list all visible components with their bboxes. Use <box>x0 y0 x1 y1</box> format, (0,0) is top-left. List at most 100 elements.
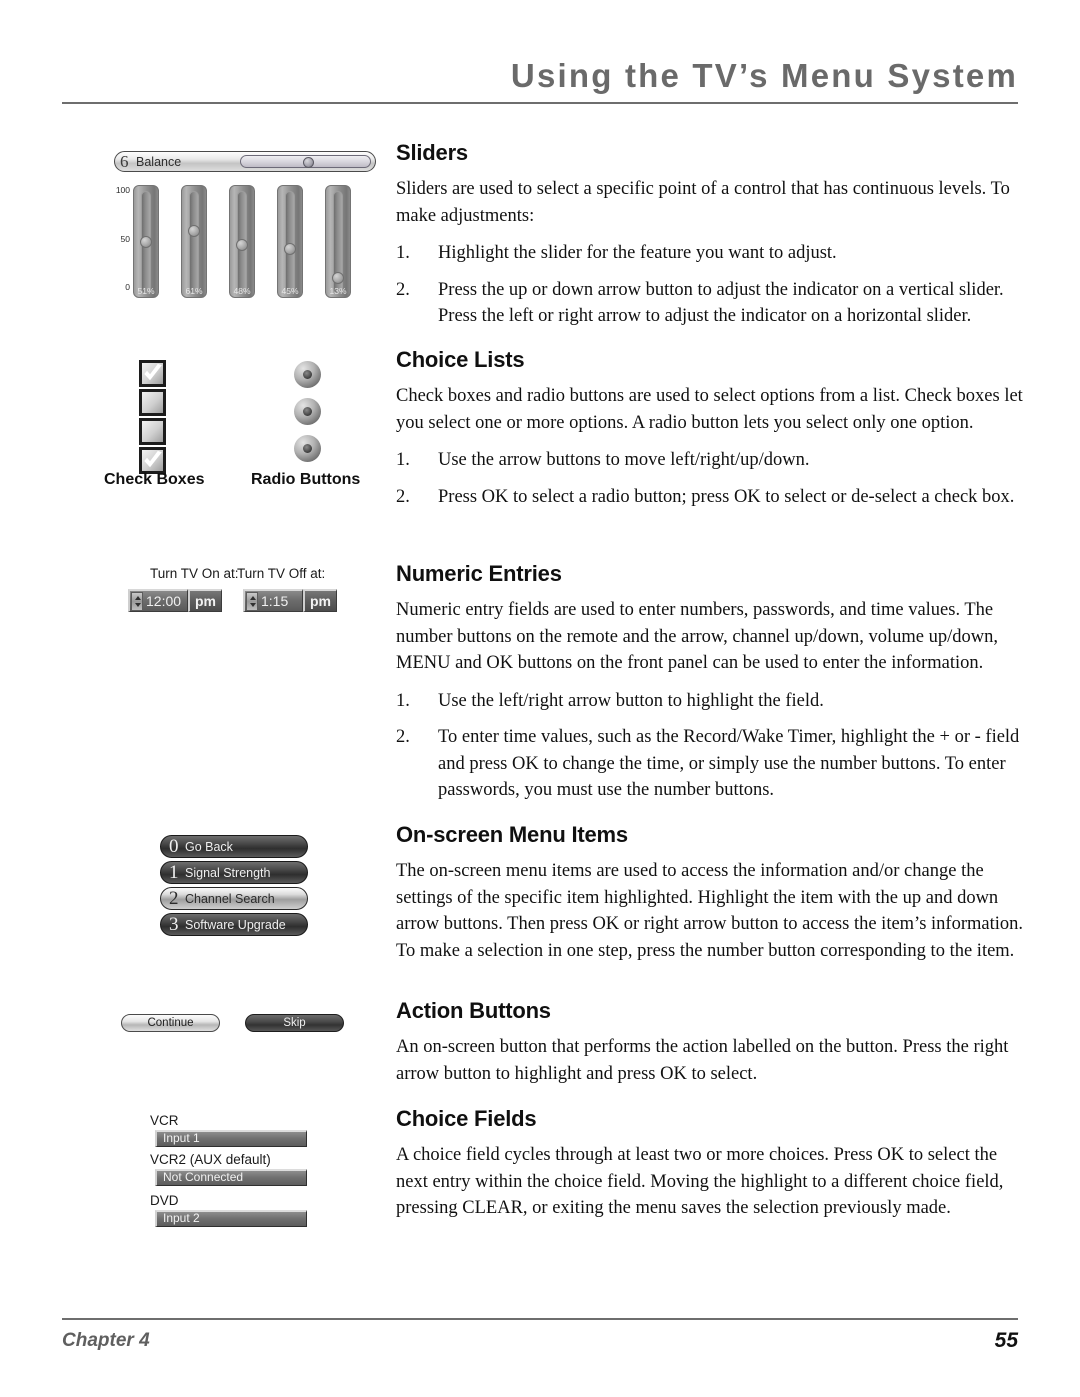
list-item-number: 2. <box>396 279 410 300</box>
balance-label: Balance <box>136 155 182 169</box>
list-item-number: 2. <box>396 727 410 747</box>
continue-button[interactable]: Continue <box>121 1014 220 1032</box>
page-title: Using the TV’s Menu System <box>510 57 1018 94</box>
check-box-unchecked[interactable] <box>139 389 166 416</box>
section-choice-lists: Choice Lists Check boxes and radio butto… <box>396 347 1024 520</box>
section-intro-action-buttons: An on-screen button that performs the ac… <box>396 1037 1009 1084</box>
slider-knob[interactable] <box>188 225 200 237</box>
list-item-text: Press the up or down arrow button to adj… <box>438 279 1004 327</box>
radio-buttons-caption: Radio Buttons <box>251 471 361 488</box>
section-intro-choice-fields: A choice field cycles through at least t… <box>396 1145 1004 1218</box>
list-item-text: Use the left/right arrow button to highl… <box>438 690 824 711</box>
turn-tv-on-time-value: 12:00 <box>146 593 182 609</box>
balance-slider-thumb[interactable] <box>303 157 314 168</box>
check-boxes-caption: Check Boxes <box>104 471 205 488</box>
choice-field-label-vcr: VCR <box>150 1113 179 1128</box>
section-steps-sliders: 1. Highlight the slider for the feature … <box>396 240 1024 330</box>
choice-field-label-vcr2: VCR2 (AUX default) <box>150 1152 271 1167</box>
checkmark-icon <box>144 363 162 381</box>
choice-field-value-vcr2[interactable]: Not Connected <box>155 1169 307 1186</box>
menu-item-channel-search[interactable]: 2 Channel Search <box>160 887 308 910</box>
slider-groove <box>189 191 199 294</box>
choice-field-value-vcr[interactable]: Input 1 <box>155 1130 307 1147</box>
menu-item-signal-strength[interactable]: 1 Signal Strength <box>160 861 308 884</box>
section-heading-choice-fields: Choice Fields <box>396 1106 537 1131</box>
list-item-text: To enter time values, such as the Record… <box>438 727 1020 800</box>
radio-dot-icon <box>303 370 312 379</box>
choice-field-value-dvd[interactable]: Input 2 <box>155 1210 307 1227</box>
balance-number: 6 <box>120 152 129 171</box>
section-choice-fields: Choice Fields A choice field cycles thro… <box>396 1106 1024 1233</box>
slider-percent: 51% <box>137 286 155 296</box>
radio-button[interactable] <box>294 435 321 462</box>
list-item: 1. Use the left/right arrow button to hi… <box>396 688 1024 715</box>
slider-percent: 48% <box>233 286 251 296</box>
section-steps-choice-lists: 1. Use the arrow buttons to move left/ri… <box>396 447 1024 510</box>
section-intro-numeric-entries: Numeric entry fields are used to enter n… <box>396 600 998 673</box>
list-item-number: 1. <box>396 243 410 263</box>
slider-percent: 45% <box>281 286 299 296</box>
check-box-checked[interactable] <box>139 360 166 387</box>
section-intro-sliders: Sliders are used to select a specific po… <box>396 179 1010 226</box>
page-number: 55 <box>994 1329 1018 1352</box>
radio-button[interactable] <box>294 398 321 425</box>
vertical-slider[interactable]: 45% <box>277 185 303 298</box>
turn-tv-on-time-field[interactable]: 12:00 <box>128 589 188 612</box>
slider-axis-labels: 100 50 0 <box>106 185 130 293</box>
section-heading-numeric-entries: Numeric Entries <box>396 561 562 586</box>
slider-knob[interactable] <box>332 272 344 284</box>
axis-tick-50: 50 <box>120 234 130 244</box>
radio-dot-icon <box>303 407 312 416</box>
manual-page: Using the TV’s Menu System 6 Balance 100… <box>0 0 1080 1397</box>
vertical-slider[interactable]: 13% <box>325 185 351 298</box>
balance-slider-row[interactable]: 6 Balance <box>114 151 376 172</box>
turn-tv-off-ampm-field[interactable]: pm <box>303 589 337 612</box>
section-on-screen-menu-items: On-screen Menu Items The on-screen menu … <box>396 822 1024 975</box>
menu-item-number: 3 <box>169 914 179 935</box>
axis-tick-100: 100 <box>115 185 130 195</box>
footer-rule <box>62 1318 1018 1320</box>
list-item-text: Press OK to select a radio button; press… <box>438 486 1015 507</box>
slider-knob[interactable] <box>236 239 248 251</box>
menu-item-software-upgrade[interactable]: 3 Software Upgrade <box>160 913 308 936</box>
time-spinner-icon[interactable] <box>131 592 143 611</box>
balance-slider-track[interactable] <box>240 155 371 168</box>
menu-item-go-back[interactable]: 0 Go Back <box>160 835 308 858</box>
menu-item-label: Go Back <box>185 840 233 854</box>
checkmark-icon <box>144 450 162 468</box>
section-steps-numeric-entries: 1. Use the left/right arrow button to hi… <box>396 688 1024 804</box>
radio-button[interactable] <box>294 361 321 388</box>
section-intro-choice-lists: Check boxes and radio buttons are used t… <box>396 386 1023 433</box>
list-item: 2. Press OK to select a radio button; pr… <box>396 484 1024 511</box>
skip-button[interactable]: Skip <box>245 1014 344 1032</box>
list-item-number: 2. <box>396 486 410 507</box>
vertical-slider[interactable]: 61% <box>181 185 207 298</box>
figure-column: 6 Balance 100 50 0 51% 61% 48% 45% 13% C… <box>0 0 396 1397</box>
check-box-checked[interactable] <box>139 447 166 474</box>
turn-tv-off-time-field[interactable]: 1:15 <box>243 589 303 612</box>
menu-item-number: 1 <box>169 862 179 883</box>
menu-item-label: Signal Strength <box>185 866 271 880</box>
axis-tick-0: 0 <box>125 282 130 292</box>
section-numeric-entries: Numeric Entries Numeric entry fields are… <box>396 561 1024 814</box>
list-item: 2. To enter time values, such as the Rec… <box>396 724 1024 804</box>
turn-tv-on-ampm-field[interactable]: pm <box>188 589 222 612</box>
radio-dot-icon <box>303 444 312 453</box>
list-item-text: Highlight the slider for the feature you… <box>438 243 837 263</box>
section-heading-on-screen-menu-items: On-screen Menu Items <box>396 822 628 847</box>
menu-item-label: Channel Search <box>185 892 275 906</box>
slider-knob[interactable] <box>140 236 152 248</box>
slider-percent: 61% <box>185 286 203 296</box>
time-spinner-icon[interactable] <box>246 592 258 611</box>
choice-field-label-dvd: DVD <box>150 1193 179 1208</box>
section-heading-action-buttons: Action Buttons <box>396 998 551 1023</box>
slider-knob[interactable] <box>284 243 296 255</box>
vertical-slider[interactable]: 51% <box>133 185 159 298</box>
chapter-label: Chapter 4 <box>62 1330 150 1351</box>
vertical-slider[interactable]: 48% <box>229 185 255 298</box>
check-box-unchecked[interactable] <box>139 418 166 445</box>
section-heading-choice-lists: Choice Lists <box>396 347 525 372</box>
menu-item-number: 0 <box>169 836 179 857</box>
page-footer: Chapter 4 55 <box>62 1318 1018 1364</box>
section-intro-on-screen-menu-items: The on-screen menu items are used to acc… <box>396 861 1023 961</box>
